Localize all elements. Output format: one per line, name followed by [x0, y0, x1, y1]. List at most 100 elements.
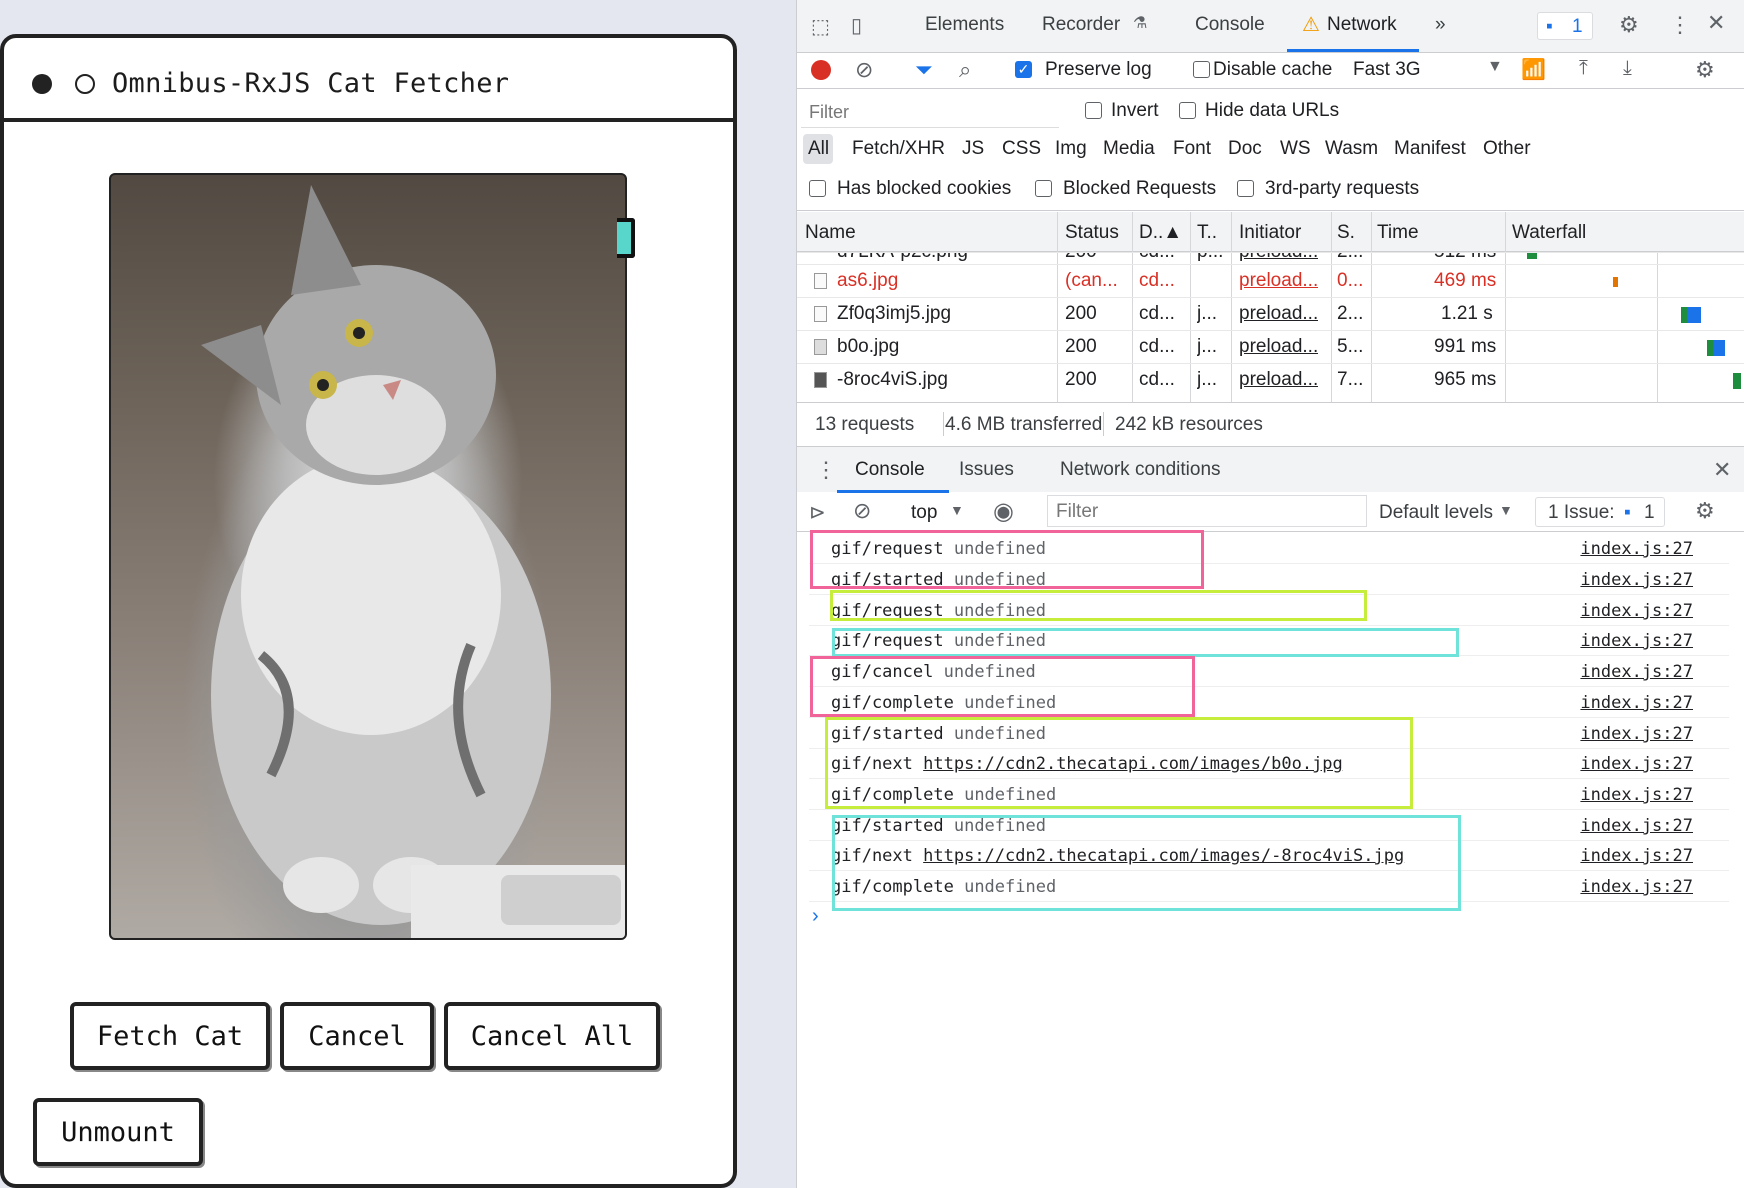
source-link[interactable]: index.js:27: [1580, 785, 1693, 805]
cancel-button[interactable]: Cancel: [280, 1002, 434, 1070]
type-filter-manifest[interactable]: Manifest: [1394, 138, 1466, 160]
eye-icon[interactable]: ◉: [993, 497, 1014, 526]
search-icon[interactable]: ⌕: [959, 57, 971, 83]
tab-network[interactable]: Network: [1327, 14, 1397, 36]
highlight-box-cyan: [832, 815, 1461, 911]
message-icon: ▪: [1546, 16, 1553, 37]
record-icon[interactable]: [811, 60, 831, 80]
source-link[interactable]: index.js:27: [1580, 724, 1693, 744]
has-blocked-cookies-checkbox[interactable]: [809, 180, 826, 197]
fetch-cat-button[interactable]: Fetch Cat: [70, 1002, 270, 1070]
close-icon[interactable]: ✕: [1707, 10, 1725, 36]
col-type[interactable]: T..: [1197, 222, 1217, 244]
tab-console[interactable]: Console: [1195, 14, 1265, 36]
devtools-tabbar: ⬚ ▯ Elements Recorder ⚗ Console ⚠ Networ…: [797, 0, 1744, 52]
import-har-icon[interactable]: ⤒: [1579, 57, 1588, 80]
col-time[interactable]: Time: [1377, 222, 1419, 244]
chevron-down-icon[interactable]: ▼: [950, 502, 964, 518]
table-row[interactable]: -8roc4viS.jpg 200 cd... j... preload... …: [797, 363, 1744, 396]
more-tabs-button[interactable]: »: [1435, 14, 1446, 36]
console-settings-icon[interactable]: ⚙: [1695, 498, 1715, 524]
network-summary: 13 requests 4.6 MB transferred 242 kB re…: [797, 404, 1744, 444]
app-titlebar: Omnibus-RxJS Cat Fetcher: [4, 38, 733, 122]
col-size[interactable]: S.: [1337, 222, 1355, 244]
network-filter-input[interactable]: Filter: [801, 96, 1059, 128]
preserve-log-label: Preserve log: [1045, 59, 1152, 80]
disable-cache-label: Disable cache: [1213, 59, 1333, 80]
invert-checkbox[interactable]: [1085, 102, 1102, 119]
type-filter-js[interactable]: JS: [962, 138, 984, 160]
table-row[interactable]: Zf0q3imj5.jpg 200 cd... j... preload... …: [797, 297, 1744, 330]
source-link[interactable]: index.js:27: [1580, 877, 1693, 897]
console-prompt[interactable]: ›: [812, 905, 819, 928]
disable-cache-checkbox[interactable]: [1193, 61, 1210, 78]
col-name[interactable]: Name: [805, 222, 856, 244]
type-filter-other[interactable]: Other: [1483, 138, 1531, 160]
source-link[interactable]: index.js:27: [1580, 693, 1693, 713]
type-filter-img[interactable]: Img: [1055, 138, 1087, 160]
network-table: Name Status D..▲ T.. Initiator S. Time W…: [797, 212, 1744, 402]
tab-elements[interactable]: Elements: [925, 14, 1004, 36]
kebab-menu-icon[interactable]: ⋮: [1669, 12, 1691, 38]
inspect-element-icon[interactable]: ⬚: [811, 14, 830, 39]
drawer-tab-issues[interactable]: Issues: [959, 459, 1014, 481]
drawer-tab-console[interactable]: Console: [855, 459, 925, 481]
unmount-button[interactable]: Unmount: [33, 1098, 203, 1166]
source-link[interactable]: index.js:27: [1580, 662, 1693, 682]
clear-console-icon[interactable]: ⊘: [853, 498, 871, 524]
file-icon: [814, 273, 827, 289]
network-settings-icon[interactable]: ⚙: [1695, 57, 1715, 83]
source-link[interactable]: index.js:27: [1580, 816, 1693, 836]
console-filter-input[interactable]: Filter: [1047, 495, 1367, 527]
log-levels-select[interactable]: Default levels: [1379, 502, 1493, 524]
source-link[interactable]: index.js:27: [1580, 754, 1693, 774]
highlight-box-lime: [830, 590, 1367, 621]
export-har-icon[interactable]: ⤓: [1623, 57, 1632, 80]
col-initiator[interactable]: Initiator: [1239, 222, 1301, 244]
type-filter-doc[interactable]: Doc: [1228, 138, 1262, 160]
tab-recorder[interactable]: Recorder: [1042, 14, 1120, 36]
blocked-requests-checkbox[interactable]: [1035, 180, 1052, 197]
drawer-menu-icon[interactable]: ⋮: [815, 457, 837, 483]
type-filter-fetch-xhr[interactable]: Fetch/XHR: [852, 138, 945, 160]
clear-icon[interactable]: ⊘: [855, 57, 873, 83]
type-filter-css[interactable]: CSS: [1002, 138, 1041, 160]
third-party-checkbox[interactable]: [1237, 180, 1254, 197]
table-row[interactable]: as6.jpg (can... cd... preload... 0... 46…: [797, 264, 1744, 297]
throttle-select[interactable]: Fast 3G: [1353, 59, 1421, 81]
source-link[interactable]: index.js:27: [1580, 601, 1693, 621]
source-link[interactable]: index.js:27: [1580, 846, 1693, 866]
app-window: Omnibus-RxJS Cat Fetcher Fetch Cat Cance…: [0, 34, 737, 1188]
preserve-log-checkbox[interactable]: ✓: [1015, 61, 1032, 78]
type-filter-font[interactable]: Font: [1173, 138, 1211, 160]
cancel-all-button[interactable]: Cancel All: [444, 1002, 660, 1070]
gear-icon[interactable]: ⚙: [1619, 12, 1639, 38]
type-filter-all[interactable]: All: [808, 138, 829, 160]
col-status[interactable]: Status: [1065, 222, 1119, 244]
filter-icon[interactable]: ⏷: [915, 57, 933, 83]
table-row[interactable]: b0o.jpg 200 cd... j... preload... 5... 9…: [797, 330, 1744, 363]
type-filter-wasm[interactable]: Wasm: [1325, 138, 1378, 160]
type-filter-ws[interactable]: WS: [1280, 138, 1311, 160]
hide-data-urls-checkbox[interactable]: [1179, 102, 1196, 119]
source-link[interactable]: index.js:27: [1580, 570, 1693, 590]
summary-transferred: 4.6 MB transferred: [945, 414, 1103, 435]
col-waterfall[interactable]: Waterfall: [1512, 222, 1586, 244]
network-conditions-icon[interactable]: 📶: [1521, 57, 1546, 82]
chevron-down-icon[interactable]: ▼: [1499, 502, 1513, 518]
sidebar-toggle-icon[interactable]: ⊳: [809, 500, 826, 525]
chevron-down-icon[interactable]: ▼: [1487, 58, 1503, 76]
resize-handle[interactable]: [617, 218, 635, 258]
console-issues-button[interactable]: 1 Issue: ▪ 1: [1535, 497, 1665, 527]
table-row[interactable]: d7LKA-p2c.png 200 cd... p... preload... …: [797, 252, 1744, 264]
drawer-close-icon[interactable]: ✕: [1713, 457, 1731, 483]
issues-badge[interactable]: ▪ 1: [1537, 12, 1593, 40]
type-filter-media[interactable]: Media: [1103, 138, 1155, 160]
hide-data-urls-label: Hide data URLs: [1205, 100, 1340, 121]
device-toolbar-icon[interactable]: ▯: [851, 13, 862, 38]
context-select[interactable]: top: [911, 502, 937, 524]
source-link[interactable]: index.js:27: [1580, 631, 1693, 651]
source-link[interactable]: index.js:27: [1580, 539, 1693, 559]
drawer-tab-network-conditions[interactable]: Network conditions: [1060, 459, 1221, 481]
col-domain[interactable]: D..▲: [1139, 222, 1182, 244]
